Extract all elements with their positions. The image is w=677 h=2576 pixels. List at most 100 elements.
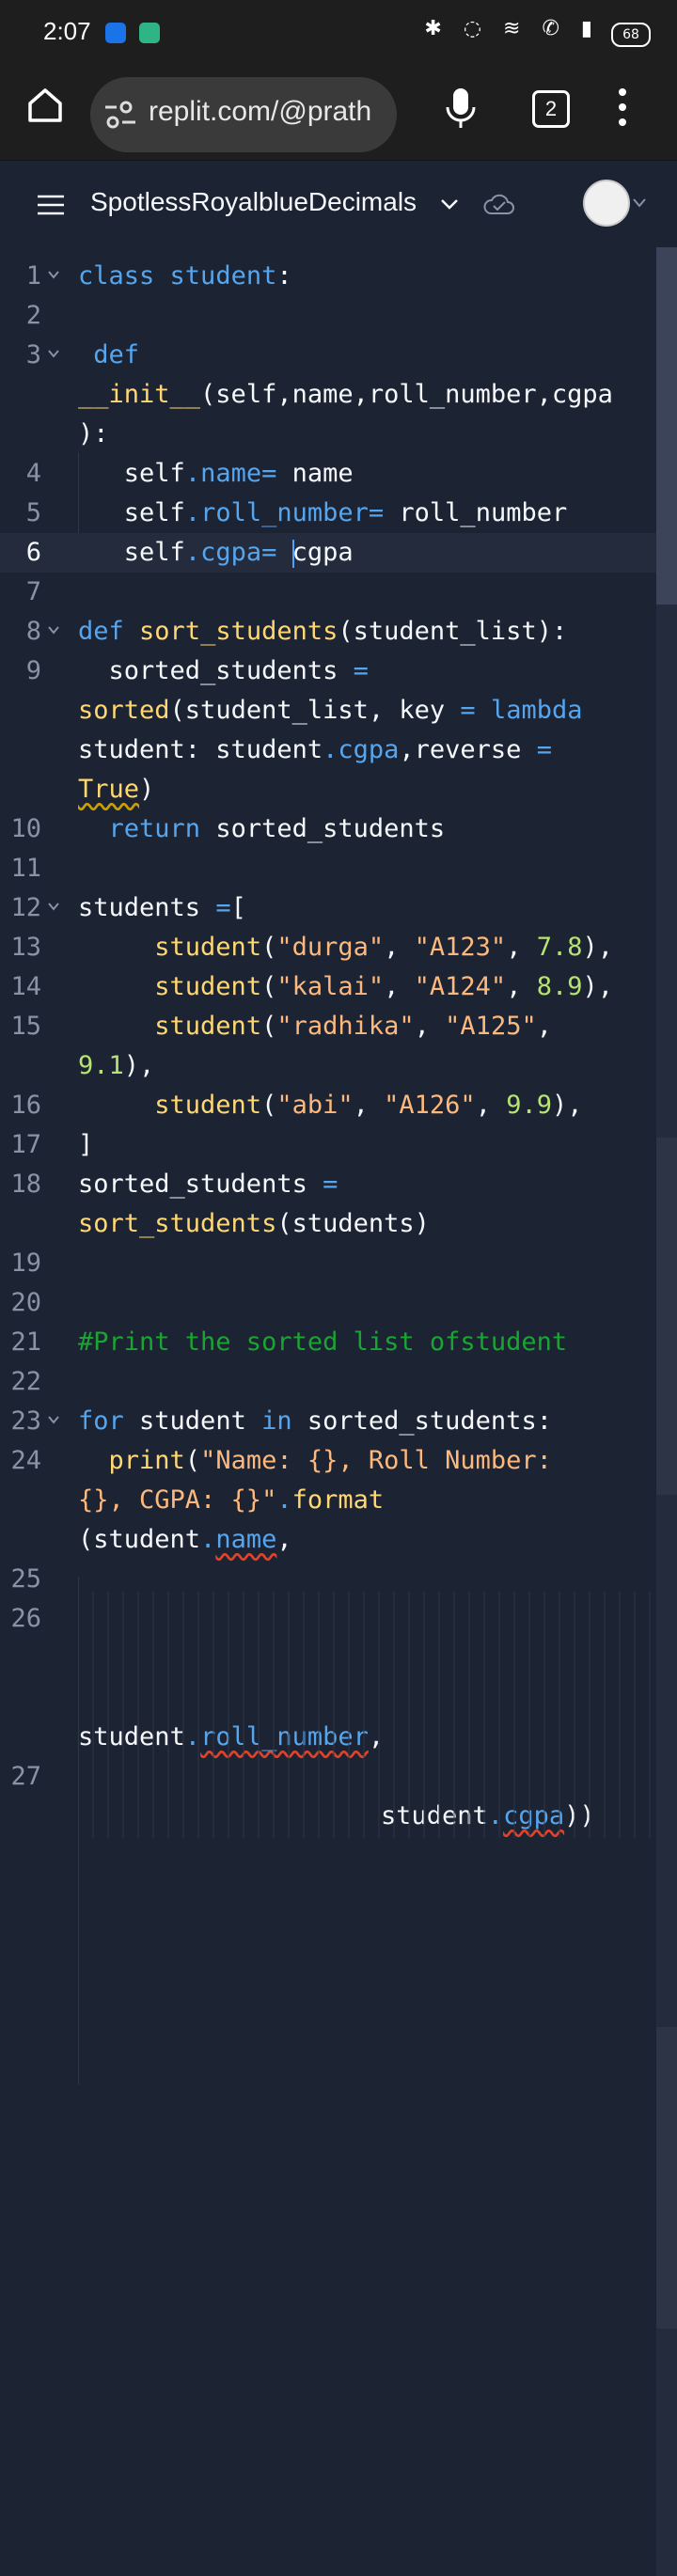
editor-scrollbar-thumb[interactable] [656, 2027, 677, 2329]
code-text: for student in sorted_students: [78, 1406, 552, 1436]
code-text: {}, CGPA: {}".format [78, 1485, 385, 1515]
code-text: sorted(student_list, key = lambda [78, 696, 583, 725]
code-line-wrap[interactable]: {}, CGPA: {}".format [0, 1481, 658, 1520]
fold-chevron-icon[interactable] [47, 349, 60, 358]
code-line[interactable]: 12 students =[ [0, 888, 658, 928]
line-number: 4 [25, 459, 41, 488]
code-text: def sort_students(student_list): [78, 617, 568, 646]
code-text: student("kalai", "A124", 8.9), [154, 972, 614, 1001]
line-number: 20 [10, 1288, 41, 1317]
code-line[interactable]: 5 self.roll_number= roll_number [0, 494, 658, 533]
code-text: True) [78, 775, 155, 804]
code-line[interactable]: 16 student("abi", "A126", 9.9), [0, 1086, 658, 1125]
code-line-wrap[interactable]: sorted(student_list, key = lambda [0, 691, 658, 730]
line-number: 21 [10, 1327, 41, 1357]
code-line-wrap[interactable]: __init__(self,name,roll_number,cgpa [0, 375, 658, 415]
code-text: sorted_students = [108, 656, 369, 685]
line-number: 15 [10, 1012, 41, 1041]
browser-toolbar: replit.com/@prath 2 [0, 66, 677, 160]
code-text: def [93, 340, 140, 369]
chevron-down-icon[interactable] [440, 196, 459, 212]
home-icon[interactable] [24, 85, 66, 126]
code-line[interactable]: 22 [0, 1362, 658, 1402]
status-bar: 2:07 ✱ ◌ ≋ ✆ ▮ 68 [0, 0, 677, 66]
code-text: sort_students(students) [78, 1209, 430, 1238]
more-options-icon[interactable] [611, 85, 634, 130]
replit-header: SpotlessRoyalblueDecimals [0, 160, 677, 248]
code-line-wrap[interactable]: ): [0, 415, 658, 454]
code-line[interactable]: 1 class student: [0, 257, 658, 296]
code-line[interactable]: 9 sorted_students = [0, 652, 658, 691]
code-text: self.cgpa= cgpa [123, 538, 354, 568]
code-line[interactable]: 24 print("Name: {}, Roll Number: [0, 1441, 658, 1481]
battery-icon: 68 [611, 23, 651, 47]
code-line[interactable]: 2 [0, 296, 658, 336]
code-line-wrap[interactable]: student: student.cgpa,reverse = [0, 730, 658, 770]
line-number: 6 [25, 538, 41, 567]
code-line[interactable]: 4 self.name= name [0, 454, 658, 494]
line-number: 18 [10, 1170, 41, 1199]
code-text: ] [78, 1130, 94, 1159]
code-line[interactable]: 19 [0, 1244, 658, 1283]
code-line-wrap[interactable]: True) [0, 770, 658, 809]
line-number: 24 [10, 1446, 41, 1475]
line-number: 5 [25, 498, 41, 527]
code-line[interactable]: 15 student("radhika", "A125", [0, 1007, 658, 1046]
fold-chevron-icon[interactable] [47, 902, 60, 911]
code-text: student("durga", "A123", 7.8), [154, 933, 614, 962]
code-text: return sorted_students [108, 814, 446, 843]
address-bar[interactable]: replit.com/@prath [90, 77, 397, 152]
code-line[interactable]: 21 #Print the sorted list ofstudent [0, 1323, 658, 1362]
code-line[interactable]: 23 for student in sorted_students: [0, 1402, 658, 1441]
code-line[interactable]: 10 return sorted_students [0, 809, 658, 849]
code-text: ): [78, 419, 109, 448]
line-number: 12 [10, 893, 41, 922]
chevron-down-icon[interactable] [632, 196, 647, 210]
code-editor[interactable]: 1 class student: 2 3 def __init__(self,n… [0, 247, 677, 2576]
line-number: 10 [10, 814, 41, 843]
code-line-wrap[interactable]: 9.1), [0, 1046, 658, 1086]
code-text: students =[ [78, 893, 246, 922]
code-text: student("radhika", "A125", [154, 1012, 552, 1041]
site-settings-icon[interactable] [103, 100, 137, 130]
code-line[interactable]: 11 [0, 849, 658, 888]
tab-switcher-button[interactable]: 2 [532, 90, 570, 128]
code-text: __init__(self,name,roll_number,cgpa [78, 380, 613, 409]
code-line[interactable]: 7 [0, 573, 658, 612]
user-avatar[interactable] [583, 180, 630, 227]
repl-name[interactable]: SpotlessRoyalblueDecimals [90, 187, 417, 217]
code-line[interactable]: 17 ] [0, 1125, 658, 1165]
code-line[interactable]: 8 def sort_students(student_list): [0, 612, 658, 652]
editor-scrollbar-thumb[interactable] [656, 247, 677, 605]
app-notification-icon [105, 23, 126, 43]
line-number: 13 [10, 933, 41, 962]
line-number: 11 [10, 854, 41, 883]
code-line[interactable]: 18 sorted_students = [0, 1165, 658, 1204]
line-number: 27 [10, 1762, 41, 1791]
system-status-icons: ✱ ◌ ≋ ✆ ▮ [424, 17, 600, 40]
code-text: (student.name, [78, 1525, 292, 1554]
code-text: sorted_students = [78, 1170, 338, 1199]
line-number: 8 [25, 617, 41, 646]
code-text: class student: [78, 261, 292, 291]
chat-notification-icon [139, 23, 160, 43]
editor-scrollbar-thumb[interactable] [656, 1138, 677, 1495]
fold-chevron-icon[interactable] [47, 270, 60, 279]
fold-chevron-icon[interactable] [47, 625, 60, 635]
line-number: 25 [10, 1564, 41, 1594]
code-line-wrap[interactable]: (student.name, [0, 1520, 658, 1560]
code-line[interactable]: 13 student("durga", "A123", 7.8), [0, 928, 658, 967]
line-number: 17 [10, 1130, 41, 1159]
line-number: 2 [25, 301, 41, 330]
code-line[interactable]: 3 def [0, 336, 658, 375]
microphone-icon[interactable] [442, 85, 480, 132]
line-number: 14 [10, 972, 41, 1001]
code-text: student("abi", "A126", 9.9), [154, 1091, 583, 1120]
code-line-wrap[interactable]: sort_students(students) [0, 1204, 658, 1244]
menu-icon[interactable] [36, 194, 66, 216]
code-line-active[interactable]: 6 self.cgpa= cgpa [0, 533, 658, 573]
url-text: replit.com/@prath [149, 96, 372, 127]
fold-chevron-icon[interactable] [47, 1415, 60, 1424]
code-line[interactable]: 20 [0, 1283, 658, 1323]
code-line[interactable]: 14 student("kalai", "A124", 8.9), [0, 967, 658, 1007]
